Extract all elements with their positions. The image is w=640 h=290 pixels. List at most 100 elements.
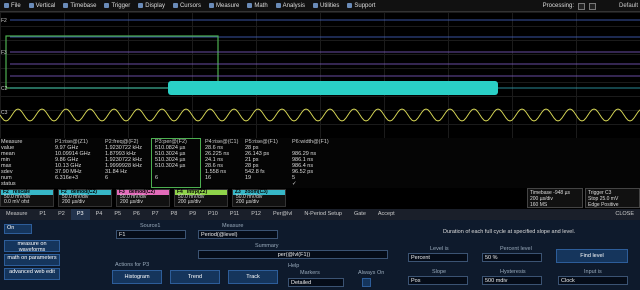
menu-utilities[interactable]: Utilities <box>309 0 343 12</box>
percent-level-label: Percent level <box>500 246 532 252</box>
source1-field[interactable]: F1 <box>116 230 186 239</box>
tab-p11[interactable]: P11 <box>224 209 245 220</box>
timebase-line-2: 160 MS <box>530 202 548 208</box>
trace-f3 <box>10 51 640 77</box>
menu-label: Vertical <box>35 2 56 9</box>
trace-label[interactable]: C3 <box>1 110 8 116</box>
value-cell: 31.84 Hz <box>105 169 128 175</box>
trigger-type: Edge <box>588 202 600 208</box>
value-cell: 6.316e+3 <box>55 175 79 181</box>
trigger-descriptor[interactable]: Trigger C3 Stop 25.0 mV Edge Positive <box>585 188 640 208</box>
channel-descriptor-f4[interactable]: F4 intrp(Z2) 50.0 mV/div 200 µs/div <box>174 189 228 207</box>
file-icon <box>4 3 9 8</box>
find-level-label: Find level <box>580 253 604 259</box>
value-cell: 6 <box>105 175 109 181</box>
view-measure-on-waveforms[interactable]: measure on waveforms <box>4 240 60 253</box>
header-cell[interactable]: P6:width@(F1) <box>292 139 329 145</box>
analysis-icon <box>275 3 281 8</box>
slope-field[interactable]: Pos <box>408 276 468 285</box>
zoom-box[interactable] <box>5 35 219 89</box>
markers-field[interactable]: Detailed <box>288 278 344 287</box>
view-advanced-web-edit[interactable]: advanced web edit <box>4 268 60 280</box>
menu-analysis[interactable]: Analysis <box>272 0 309 12</box>
tab-p1[interactable]: P1 <box>33 209 52 220</box>
processing-status: Processing: <box>543 0 596 12</box>
timebase-icon <box>63 3 69 8</box>
menu-cursors[interactable]: Cursors <box>169 0 205 12</box>
display-icon <box>138 3 144 8</box>
tab-p5[interactable]: P5 <box>108 209 127 220</box>
tab-p9[interactable]: P9 <box>183 209 202 220</box>
menu-label: Timebase <box>70 2 97 9</box>
close-button[interactable]: CLOSE <box>609 209 640 220</box>
timebase-delay: -948 µs <box>553 190 570 196</box>
input-is-field[interactable]: Clock <box>558 276 628 285</box>
tab-p6[interactable]: P6 <box>127 209 146 220</box>
menu-measure[interactable]: Measure <box>205 0 243 12</box>
menu-label: Cursors <box>179 2 201 9</box>
value-cell: 16 <box>205 175 212 181</box>
vertical-icon <box>28 3 34 8</box>
channel-setting: 200 µs/div <box>62 199 85 205</box>
value-cell: 19 <box>245 175 252 181</box>
tab-measure[interactable]: Measure <box>0 209 33 220</box>
menu-math[interactable]: Math <box>243 0 271 12</box>
default-setup-label[interactable]: Default <box>619 0 638 12</box>
tab-p4[interactable]: P4 <box>90 209 109 220</box>
p3-settings-panel: On measure on waveforms math on paramete… <box>0 220 640 290</box>
measure-label: Measure <box>222 223 244 229</box>
trigger-icon <box>104 3 110 8</box>
description-text: Duration of each full cycle at specified… <box>443 229 576 235</box>
tab-p7[interactable]: P7 <box>146 209 165 220</box>
level-is-field[interactable]: Percent <box>408 253 468 262</box>
tab-p2[interactable]: P2 <box>52 209 71 220</box>
slope-label: Slope <box>432 269 447 275</box>
summary-field: per(@lvl(F1)) <box>198 250 388 259</box>
trace-label[interactable]: C2 <box>1 86 8 92</box>
channel-descriptor-f2[interactable]: F2 demod(C2) 50.0 mV/div 200 µs/div <box>58 189 112 207</box>
stop-icon[interactable] <box>578 2 585 10</box>
view-math-on-parameters[interactable]: math on parameters <box>4 254 60 266</box>
cursors-icon <box>172 3 178 8</box>
measure-field[interactable]: Period(@level) <box>198 230 278 239</box>
value-cell: ✓ <box>292 181 297 187</box>
source1-label: Source1 <box>140 223 161 229</box>
tab-p10[interactable]: P10 <box>202 209 224 220</box>
menu-label: Trigger <box>111 2 131 9</box>
menu-display[interactable]: Display <box>134 0 169 12</box>
channel-descriptor-z3[interactable]: Z3 zoom(C3) 50.0 mV/div 200 µs/div <box>232 189 286 207</box>
waveform-display[interactable]: F2 F3 C2 C3 <box>0 12 640 138</box>
tab-per-lvl[interactable]: Per@lvl <box>267 209 298 220</box>
channel-descriptor-f2[interactable]: F2 rescale 50.0 mV/div 0.0 mV ofst <box>0 189 54 207</box>
tab-n-period-setup[interactable]: N-Period Setup <box>298 209 348 220</box>
find-level-button[interactable]: Find level <box>556 249 628 263</box>
menu-label: File <box>11 2 21 9</box>
track-button[interactable]: Track <box>228 270 278 284</box>
trace-label[interactable]: F2 <box>1 18 7 24</box>
menu-trigger[interactable]: Trigger <box>100 0 134 12</box>
on-checkbox[interactable]: On <box>4 224 32 234</box>
menu-vertical[interactable]: Vertical <box>25 0 60 12</box>
histogram-button[interactable]: Histogram <box>112 270 162 284</box>
tab-gate[interactable]: Gate <box>348 209 372 220</box>
channel-setting: 200 µs/div <box>178 199 201 205</box>
hysteresis-field[interactable]: 500 mdiv <box>482 276 542 285</box>
hysteresis-label: Hysteresis <box>500 269 526 275</box>
trend-button[interactable]: Trend <box>170 270 220 284</box>
timebase-descriptor[interactable]: Timebase -948 µs 200 µs/div 160 MS <box>527 188 583 208</box>
channel-setting: 200 µs/div <box>236 199 259 205</box>
tab-p3[interactable]: P3 <box>70 209 90 220</box>
tab-accept[interactable]: Accept <box>372 209 401 220</box>
trace-label[interactable]: F3 <box>1 50 7 56</box>
tab-p8[interactable]: P8 <box>165 209 184 220</box>
channel-descriptor-f3[interactable]: F3 demod(C2) 50.0 mV/div 200 µs/div <box>116 189 170 207</box>
menu-label: Support <box>354 2 376 9</box>
menu-file[interactable]: File <box>0 0 25 12</box>
menu-support[interactable]: Support <box>343 0 379 12</box>
menu-timebase[interactable]: Timebase <box>59 0 100 12</box>
percent-level-field[interactable]: 50 % <box>482 253 542 262</box>
tab-p12[interactable]: P12 <box>245 209 267 220</box>
always-on-checkbox[interactable] <box>362 278 371 287</box>
play-icon[interactable] <box>589 2 596 10</box>
view-label: math on parameters <box>7 255 57 261</box>
